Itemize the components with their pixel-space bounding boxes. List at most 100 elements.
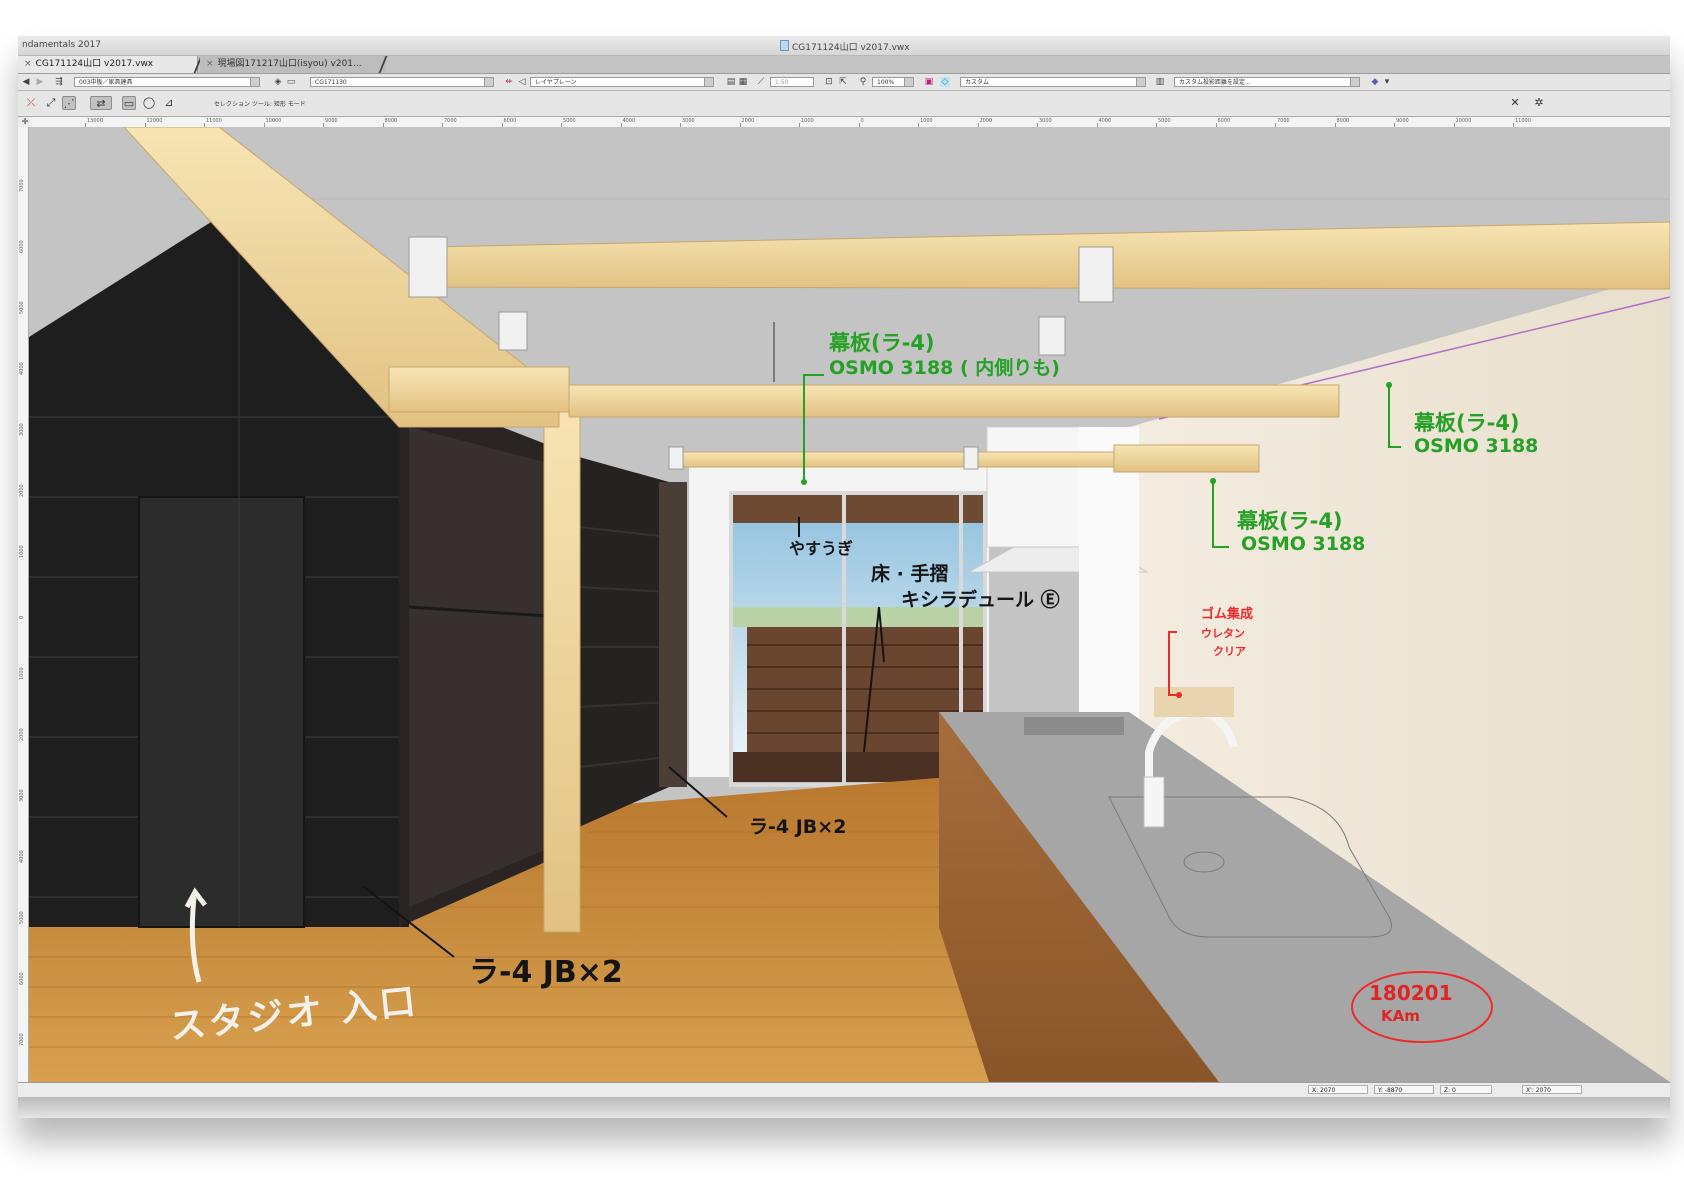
leader-dot (1210, 478, 1216, 484)
ruler-left-label: 6000 (19, 972, 25, 985)
ruler-top-label: 10000 (1455, 118, 1472, 124)
document-title: CG171124山口 v2017.vwx (778, 40, 910, 53)
signature: KAm (1381, 1007, 1420, 1025)
studio-door (138, 496, 305, 928)
single-object-scaling-icon[interactable]: ⤢ (44, 96, 58, 110)
close-tab-icon[interactable]: × (206, 59, 214, 69)
close-tab-icon[interactable]: × (24, 59, 32, 69)
ruler-top-label: 7000 (444, 118, 457, 124)
gear-icon[interactable]: ✲ (1532, 96, 1546, 110)
document-title-text: CG171124山口 v2017.vwx (792, 43, 910, 53)
x-coordinate: X: 2070 (1308, 1085, 1368, 1094)
ruler-top-label: 5000 (563, 118, 576, 124)
ruler-left-label: 5000 (19, 911, 25, 924)
layer-plane-combo-value: レイヤプレーン (535, 79, 577, 86)
viewport-combo[interactable]: CG171130 (310, 77, 494, 87)
column-note: ラ-4 JB×2 (749, 816, 847, 838)
ceiling-spec: OSMO 3188 ( 内側りも) (829, 357, 1060, 379)
projection-icon[interactable]: ▥ (1155, 77, 1165, 87)
ruler-top-label: 11000 (1515, 118, 1531, 124)
ruler-top-label: 6000 (1217, 118, 1231, 124)
layer-options-icon[interactable]: ▭ (286, 77, 296, 87)
glass-pane (409, 427, 564, 907)
ruler-left-label: 0 (19, 615, 25, 619)
magnifier-icon[interactable]: ⚲ (858, 77, 868, 87)
viewport-combo-value: CG171130 (315, 79, 347, 86)
counter-note-3: クリア (1213, 645, 1246, 658)
ruler-left-label: 7000 (19, 179, 25, 192)
chevron-down-icon (904, 78, 913, 86)
forward-arrow-icon[interactable]: ▶ (35, 77, 45, 87)
perspective-render (29, 127, 1670, 1082)
plane-icon[interactable]: ⇷ (504, 77, 514, 87)
snap-icon[interactable]: ✕ (1508, 96, 1522, 110)
class-combo[interactable]: 003中板／家具建具 (74, 77, 260, 87)
y-coordinate: Y: -8870 (1374, 1085, 1434, 1094)
render-combo[interactable]: カスタム (960, 77, 1146, 87)
middle-beam (568, 384, 1340, 418)
tab-cg171124[interactable]: × CG171124山口 v2017.vwx (18, 56, 198, 73)
render-combo-value: カスタム (965, 79, 990, 86)
right-wall-label: 幕板(ラ-4) (1414, 411, 1520, 435)
zoom-field[interactable]: 100% (872, 77, 914, 87)
layer-plane-combo[interactable]: レイヤプレーン (530, 77, 714, 87)
page-icon[interactable]: ▤ (726, 77, 736, 87)
crosshair-icon[interactable]: ✛ (18, 117, 32, 127)
class-icon[interactable]: ⇶ (54, 77, 64, 87)
z-coordinate: Z: 0 (1440, 1085, 1492, 1094)
chevron-down-icon (704, 78, 713, 86)
ruler-top-label: 0 (860, 118, 864, 124)
ruler-left-label: 3000 (19, 423, 25, 436)
ruler-left-label: 6000 (19, 240, 25, 253)
tool-mode-bar: ⤫ ⤢ ⋰ ⇄ ▭ ◯ ⊿ セレクション ツール: 矩形 モード ✕ ✲ (18, 91, 1670, 117)
zoom-fit-icon[interactable]: ⊡ (824, 77, 834, 87)
flyover-icon[interactable]: ◆ (1370, 77, 1380, 87)
polygon-mode-icon[interactable]: ⊿ (162, 96, 176, 110)
leader-dot (1176, 692, 1182, 698)
projection-combo[interactable]: カスタム投影距離を設定... (1174, 77, 1360, 87)
ruler-top-label: 8000 (384, 118, 398, 124)
rear-beam-right (1113, 444, 1260, 473)
scale-icon[interactable]: ⟋ (756, 77, 766, 87)
faucet-base (1143, 776, 1165, 828)
ruler-top-label: 8000 (1336, 118, 1350, 124)
cooktop (1024, 717, 1124, 735)
mid-label: 幕板(ラ-4) (1237, 509, 1343, 533)
date-stamp: 180201 (1369, 981, 1453, 1005)
floor-note-1: 床 · 手摺 (871, 563, 949, 585)
ruler-top-label: 11000 (206, 118, 222, 124)
ruler-top-label: 7000 (1277, 118, 1290, 124)
back-arrow-icon[interactable]: ◀ (21, 77, 31, 87)
render-mode-icon[interactable]: ◇ (940, 77, 950, 87)
title-bar: ndamentals 2017 CG171124山口 v2017.vwx (18, 36, 1670, 56)
tab-genbazu[interactable]: × 現場図171217山口(isyou) v201... (200, 56, 386, 73)
ruler-top-label: 1000 (801, 118, 814, 124)
page-options-icon[interactable]: ▦ (738, 77, 748, 87)
tab-label: CG171124山口 v2017.vwx (35, 59, 154, 69)
x-prime-coordinate: X': 2070 (1522, 1085, 1582, 1094)
counter-note-2: ウレタン (1201, 627, 1245, 640)
ruler-top-label: 9000 (1396, 118, 1409, 124)
tab-label: 現場図171217山口(isyou) v201... (217, 59, 362, 69)
rectangle-mode-icon[interactable]: ▭ (122, 96, 136, 110)
timber-column (543, 391, 581, 933)
layer-icon[interactable]: ◈ (273, 77, 283, 87)
drawing-viewport[interactable]: 幕板(ラ-4) OSMO 3188 ( 内側りも) 幕板(ラ-4) OSMO 3… (29, 127, 1670, 1082)
ruler-left-label: 2000 (19, 484, 25, 497)
transform-mode-icon[interactable]: ⇄ (90, 96, 112, 110)
view-icon[interactable]: ▣ (924, 77, 934, 87)
ruler-top-label: 6000 (503, 118, 517, 124)
disable-interactive-scaling-icon[interactable]: ⤫ (24, 96, 38, 110)
multiple-object-scaling-icon[interactable]: ⋰ (62, 96, 76, 110)
ruler-top-label: 4000 (622, 118, 636, 124)
ruler-left-label: 4000 (19, 362, 25, 375)
chevron-down-icon (250, 78, 259, 86)
flyover-options-icon[interactable]: ▾ (1382, 77, 1392, 87)
ruler-left-label: 3000 (19, 789, 25, 802)
class-combo-value: 003中板／家具建具 (79, 79, 133, 86)
lasso-mode-icon[interactable]: ◯ (142, 96, 156, 110)
scale-field[interactable]: 1:50 (770, 77, 814, 87)
ruler-top-label: 1000 (920, 118, 933, 124)
zoom-previous-icon[interactable]: ⇱ (838, 77, 848, 87)
plane-mode-icon[interactable]: ◁ (517, 77, 527, 87)
